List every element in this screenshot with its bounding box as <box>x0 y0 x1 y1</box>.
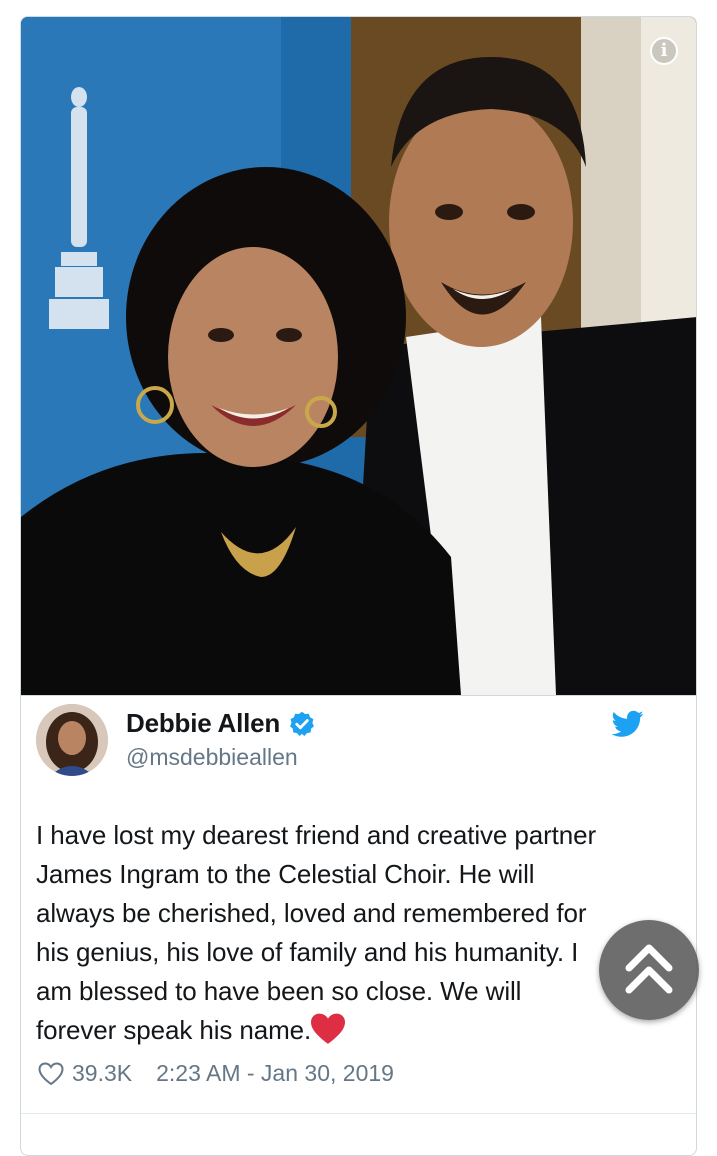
avatar[interactable] <box>36 704 108 776</box>
handle[interactable]: @msdebbieallen <box>126 744 298 771</box>
like-count[interactable]: 39.3K <box>72 1060 132 1087</box>
verified-badge-icon <box>290 711 315 736</box>
tweet-text: I have lost my dearest friend and creati… <box>36 816 656 1050</box>
red-heart-emoji-icon <box>311 1013 346 1044</box>
twitter-bird-icon[interactable] <box>612 710 644 738</box>
divider <box>21 1113 696 1114</box>
tweet-text-line: I have lost my dearest friend and creati… <box>36 820 597 850</box>
tweet-text-line: forever speak his name. <box>36 1015 312 1045</box>
tweet-text-line: James Ingram to the Celestial Choir. He … <box>36 859 535 889</box>
tweet-text-line: am blessed to have been so close. We wil… <box>36 976 522 1006</box>
name-row: Debbie Allen <box>126 708 316 739</box>
scroll-to-top-button[interactable] <box>599 920 699 1020</box>
avatar-image <box>36 704 108 776</box>
photo-illustration <box>21 17 696 695</box>
tweet-text-line: his genius, his love of family and his h… <box>36 937 579 967</box>
tweet-footer: 39.3K 2:23 AM - Jan 30, 2019 <box>38 1060 394 1087</box>
double-chevron-up-icon <box>625 944 673 994</box>
display-name[interactable]: Debbie Allen <box>126 708 280 739</box>
tweet-header: Debbie Allen @msdebbieallen <box>36 704 656 784</box>
tweet-photo[interactable]: i <box>21 17 696 696</box>
info-icon[interactable]: i <box>650 37 678 65</box>
timestamp[interactable]: 2:23 AM - Jan 30, 2019 <box>156 1060 394 1087</box>
tweet-text-last-line: forever speak his name. <box>36 1011 656 1050</box>
heart-outline-icon[interactable] <box>38 1061 64 1086</box>
tweet-text-line: always be cherished, loved and remembere… <box>36 898 587 928</box>
